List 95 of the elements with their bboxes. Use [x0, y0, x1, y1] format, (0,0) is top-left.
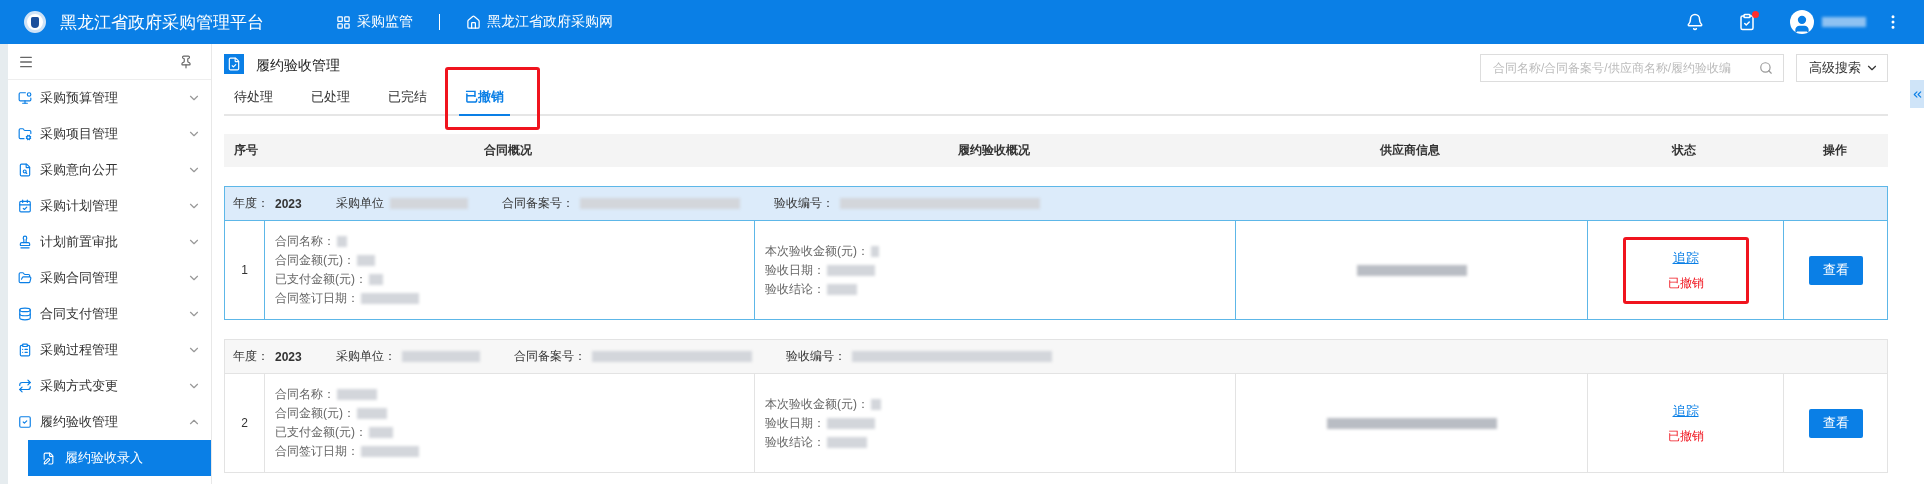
status-text: 已撤销	[1667, 274, 1704, 292]
document-edit-icon	[42, 451, 55, 465]
acceptance-number-label: 验收编号：	[785, 348, 846, 365]
field-label: 本次验收金额(元)：	[765, 242, 869, 260]
acceptance-number-label: 验收编号：	[773, 195, 834, 212]
search-icon	[1759, 61, 1773, 75]
year-label: 年度：	[233, 195, 269, 212]
field-label: 验收日期：	[765, 261, 825, 279]
redacted-text	[827, 283, 857, 295]
record-number-label: 合同备案号：	[501, 195, 574, 212]
redacted-text	[871, 398, 881, 410]
sidebar-item[interactable]: 采购意向公开	[8, 152, 211, 188]
column-header: 状态	[1670, 142, 1697, 159]
redacted-text	[827, 264, 875, 276]
unit-label: 采购单位：	[335, 348, 396, 365]
document-check-icon	[224, 54, 244, 74]
sidebar-item[interactable]: 采购预算管理	[8, 80, 211, 116]
redacted-text	[361, 446, 419, 457]
bell-icon[interactable]	[1686, 13, 1704, 31]
field-label: 合同金额(元)：	[275, 252, 355, 269]
nav-link[interactable]: 采购监管	[336, 13, 413, 31]
menu-item-icon	[18, 379, 32, 393]
redacted-text	[337, 389, 377, 400]
redacted-text	[357, 408, 387, 419]
advanced-search-button[interactable]: 高级搜索	[1796, 54, 1888, 82]
row-number: 1	[241, 263, 248, 277]
tab[interactable]: 已撤销	[459, 88, 510, 116]
menu-item-icon	[18, 199, 32, 213]
sidebar-item[interactable]: 计划前置审批	[8, 224, 211, 260]
sidebar-item[interactable]: 采购方式变更	[8, 368, 211, 404]
avatar-icon[interactable]	[1790, 10, 1814, 34]
sidebar-item[interactable]: 合同支付管理	[8, 296, 211, 332]
field-label: 验收结论：	[765, 433, 825, 451]
sidebar-item[interactable]: 采购计划管理	[8, 188, 211, 224]
unit-label: 采购单位	[335, 195, 384, 212]
clipboard-check-icon[interactable]	[1738, 13, 1756, 31]
field-label: 合同名称：	[275, 233, 335, 250]
redacted-text	[827, 436, 867, 448]
redacted-text	[871, 245, 879, 257]
column-header: 履约验收概况	[956, 142, 1031, 159]
home-icon	[466, 14, 481, 30]
field-label: 验收结论：	[765, 280, 825, 298]
column-header: 序号	[233, 142, 259, 159]
menu-item-icon	[18, 127, 32, 141]
field-label: 合同签订日期：	[275, 443, 359, 460]
menu-item-icon	[18, 235, 32, 249]
menu-item-icon	[18, 307, 32, 321]
sidebar-item[interactable]: 采购过程管理	[8, 332, 211, 368]
view-button[interactable]: 查看	[1808, 255, 1863, 285]
redacted-username	[1822, 17, 1866, 27]
redacted-text	[369, 427, 393, 438]
field-label: 本次验收金额(元)：	[765, 395, 869, 413]
sidebar-subitem[interactable]: 履约验收录入	[28, 440, 211, 476]
menu-item-icon	[18, 343, 32, 357]
sidebar-item[interactable]: 履约验收管理	[8, 404, 211, 440]
row-number: 2	[241, 416, 248, 430]
nav-link[interactable]: 黑龙江省政府采购网	[466, 13, 613, 31]
record-number-label: 合同备案号：	[513, 348, 586, 365]
track-link[interactable]: 追踪	[1672, 401, 1699, 420]
field-label: 合同金额(元)：	[275, 405, 355, 422]
redacted-text	[361, 293, 419, 304]
redacted-text	[337, 236, 347, 247]
search-field[interactable]: 合同名称/合同备案号/供应商名称/履约验收编	[1480, 54, 1784, 82]
track-link[interactable]: 追踪	[1672, 248, 1699, 267]
tab[interactable]: 已处理	[305, 88, 356, 116]
menu-item-icon	[18, 271, 32, 285]
redacted-text	[357, 255, 375, 266]
column-header: 供应商信息	[1379, 142, 1441, 159]
column-header: 合同概况	[483, 142, 533, 159]
redacted-text	[369, 274, 383, 285]
platform-title: 黑龙江省政府采购管理平台	[60, 11, 264, 34]
view-button[interactable]: 查看	[1808, 408, 1863, 438]
menu-item-icon	[18, 163, 32, 177]
collapse-icon[interactable]	[1910, 80, 1924, 108]
menu-item-icon	[18, 91, 32, 105]
sidebar-item[interactable]: 采购项目管理	[8, 116, 211, 152]
year-value: 2023	[275, 349, 302, 364]
field-label: 合同签订日期：	[275, 290, 359, 307]
tab[interactable]: 已完结	[382, 88, 433, 116]
logo-icon	[24, 11, 46, 33]
sidebar-item[interactable]: 采购合同管理	[8, 260, 211, 296]
tab[interactable]: 待处理	[228, 88, 279, 116]
field-label: 已支付金额(元)：	[275, 424, 367, 441]
grid-icon	[336, 14, 351, 30]
year-value: 2023	[275, 196, 302, 211]
field-label: 合同名称：	[275, 386, 335, 403]
status-text: 已撤销	[1667, 427, 1704, 445]
field-label: 已支付金额(元)：	[275, 271, 367, 288]
year-label: 年度：	[233, 348, 269, 365]
column-header: 操作	[1822, 142, 1848, 159]
redacted-text	[827, 417, 875, 429]
menu-item-icon	[18, 415, 32, 429]
pin-icon[interactable]	[179, 54, 193, 69]
page-title: 履约验收管理	[256, 57, 340, 75]
field-label: 验收日期：	[765, 414, 825, 432]
